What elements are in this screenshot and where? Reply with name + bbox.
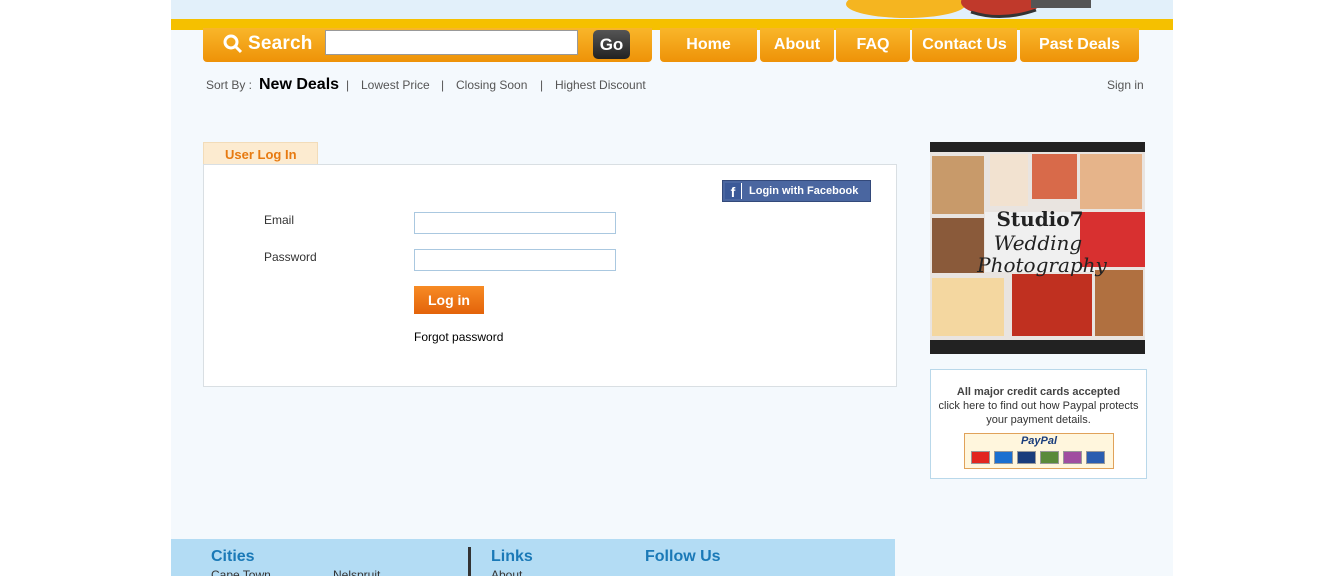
page: Search Go Home About FAQ Contact Us Past… (171, 0, 1173, 576)
go-button[interactable]: Go (593, 30, 630, 59)
footer-cities-heading: Cities (211, 548, 255, 565)
login-with-facebook-button[interactable]: f Login with Facebook (722, 180, 871, 202)
search-icon (223, 34, 243, 54)
nav-about[interactable]: About (760, 28, 834, 62)
paypal-logo: PayPal (964, 433, 1114, 469)
forgot-password-link[interactable]: Forgot password (414, 330, 503, 344)
footer: Cities Cape Town Nelspruit Links About F… (171, 539, 895, 576)
mastercard-icon (971, 451, 990, 464)
nav-home[interactable]: Home (660, 28, 757, 62)
paypal-description-line2: your payment details. (986, 414, 1091, 426)
email-label: Email (264, 213, 295, 227)
footer-city-link[interactable]: Nelspruit (333, 568, 380, 576)
password-label: Password (264, 250, 317, 264)
sign-in-link[interactable]: Sign in (1107, 78, 1144, 92)
search-input[interactable] (325, 30, 578, 55)
sort-separator: | (441, 78, 445, 92)
top-banner (171, 0, 1173, 19)
brand-logo-art (846, 0, 1091, 19)
ad-headline-photography: Photography (976, 253, 1107, 277)
sort-prefix: Sort By : (206, 78, 253, 92)
wedding-photography-ad[interactable]: Studio7 Wedding Photography (930, 142, 1145, 354)
visa-icon (1017, 451, 1036, 464)
sort-closing-soon[interactable]: Closing Soon (456, 78, 527, 92)
tab-label: User Log In (225, 147, 297, 162)
sort-separator: | (540, 78, 544, 92)
nav-faq[interactable]: FAQ (836, 28, 910, 62)
sort-separator: | (346, 78, 350, 92)
paypal-description-line1: click here to find out how Paypal protec… (938, 400, 1139, 412)
footer-about-link[interactable]: About (491, 568, 522, 576)
footer-divider (468, 547, 471, 576)
footer-follow-us-heading: Follow Us (645, 548, 721, 565)
footer-city-link[interactable]: Cape Town (211, 568, 271, 576)
facebook-icon: f (725, 183, 742, 200)
maestro-icon (994, 451, 1013, 464)
login-panel: f Login with Facebook Email Password Log… (203, 164, 897, 387)
paypal-title: All major credit cards accepted (956, 386, 1121, 398)
tab-user-log-in[interactable]: User Log In (203, 142, 318, 164)
log-in-button[interactable]: Log in (414, 286, 484, 314)
search-label: Search (248, 33, 313, 54)
sort-highest-discount[interactable]: Highest Discount (555, 78, 646, 92)
nav-past-deals[interactable]: Past Deals (1020, 28, 1139, 62)
card-icon (1063, 451, 1082, 464)
facebook-button-label: Login with Facebook (749, 185, 859, 197)
footer-links-heading: Links (491, 548, 533, 565)
sort-lowest-price[interactable]: Lowest Price (361, 78, 430, 92)
card-icon (1040, 451, 1059, 464)
email-field[interactable] (414, 212, 616, 234)
search-bar: Search Go (203, 28, 652, 62)
card-icon (1086, 451, 1105, 464)
ad-collage-image: Studio7 Wedding Photography (930, 152, 1145, 340)
paypal-info-box[interactable]: All major credit cards accepted click he… (930, 369, 1147, 479)
password-field[interactable] (414, 249, 616, 271)
sort-new-deals[interactable]: New Deals (259, 76, 339, 94)
paypal-logo-text: PayPal (1020, 435, 1058, 447)
nav-contact-us[interactable]: Contact Us (912, 28, 1017, 62)
ad-headline-wedding: Wedding (994, 231, 1082, 255)
ad-logo-text: Studio7 (996, 207, 1083, 231)
